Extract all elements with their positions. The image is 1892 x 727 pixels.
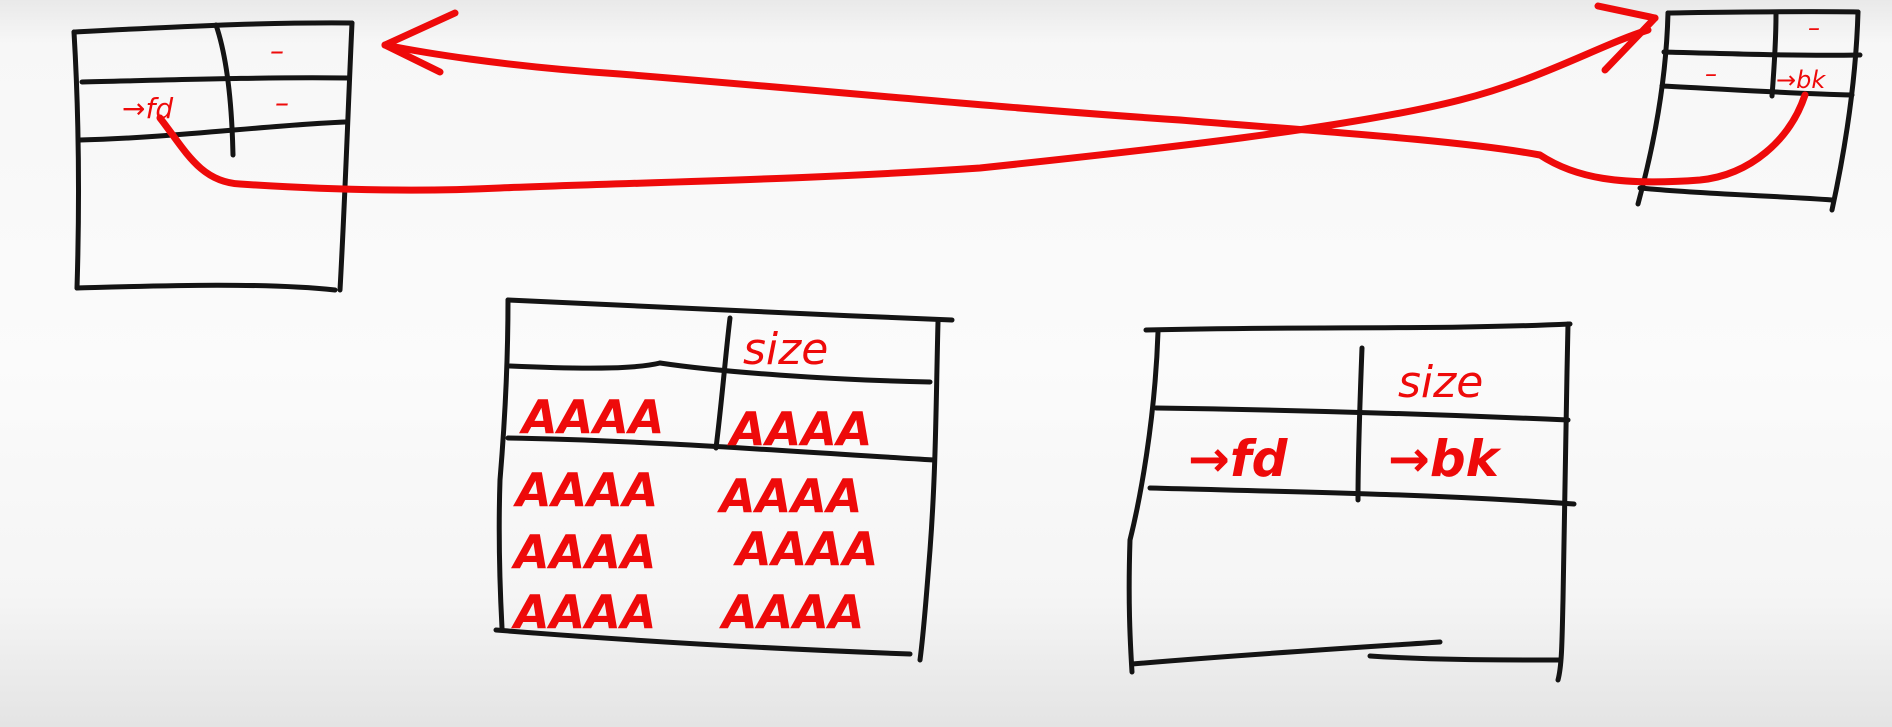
top-right-field-b: – bbox=[1705, 60, 1717, 88]
free-chunk bbox=[1126, 321, 1577, 683]
top-left-field-a: – bbox=[270, 34, 284, 67]
overflow-row-1-left: AAAA bbox=[519, 390, 664, 444]
fd-arrowhead-upper bbox=[1594, 2, 1659, 22]
pointer-arrows bbox=[156, 2, 1809, 194]
top-right-field-a: – bbox=[1808, 14, 1820, 42]
bk-pointer-arrow bbox=[381, 41, 1809, 186]
overflow-row-2-right: AAAA bbox=[717, 469, 862, 523]
overflow-row-1-right: AAAA bbox=[727, 402, 872, 456]
free-bk-label: →bk bbox=[1388, 430, 1502, 488]
top-right-bk-label: →bk bbox=[1776, 66, 1826, 94]
overflow-row-4-left: AAAA bbox=[511, 585, 656, 639]
overflow-row-4-right: AAAA bbox=[719, 585, 864, 639]
free-size-label: size bbox=[1398, 357, 1483, 408]
top-left-field-b: – bbox=[275, 86, 289, 119]
bk-arrowhead-upper bbox=[381, 9, 459, 49]
whiteboard-diagram: →fd – – – – →bk size AAAA AAAA AAAA AAAA… bbox=[71, 2, 1863, 683]
free-chunk-labels: size →fd →bk bbox=[1188, 357, 1502, 488]
overflow-row-2-left: AAAA bbox=[513, 463, 658, 517]
overflow-row-3-right: AAAA bbox=[733, 522, 878, 576]
overflow-chunk-labels: size AAAA AAAA AAAA AAAA AAAA AAAA AAAA … bbox=[511, 324, 878, 639]
fd-pointer-arrow bbox=[156, 26, 1652, 194]
overflow-row-3-left: AAAA bbox=[511, 525, 656, 579]
top-left-chunk bbox=[71, 20, 355, 293]
overflow-size-label: size bbox=[743, 324, 828, 375]
free-fd-label: →fd bbox=[1188, 430, 1289, 488]
